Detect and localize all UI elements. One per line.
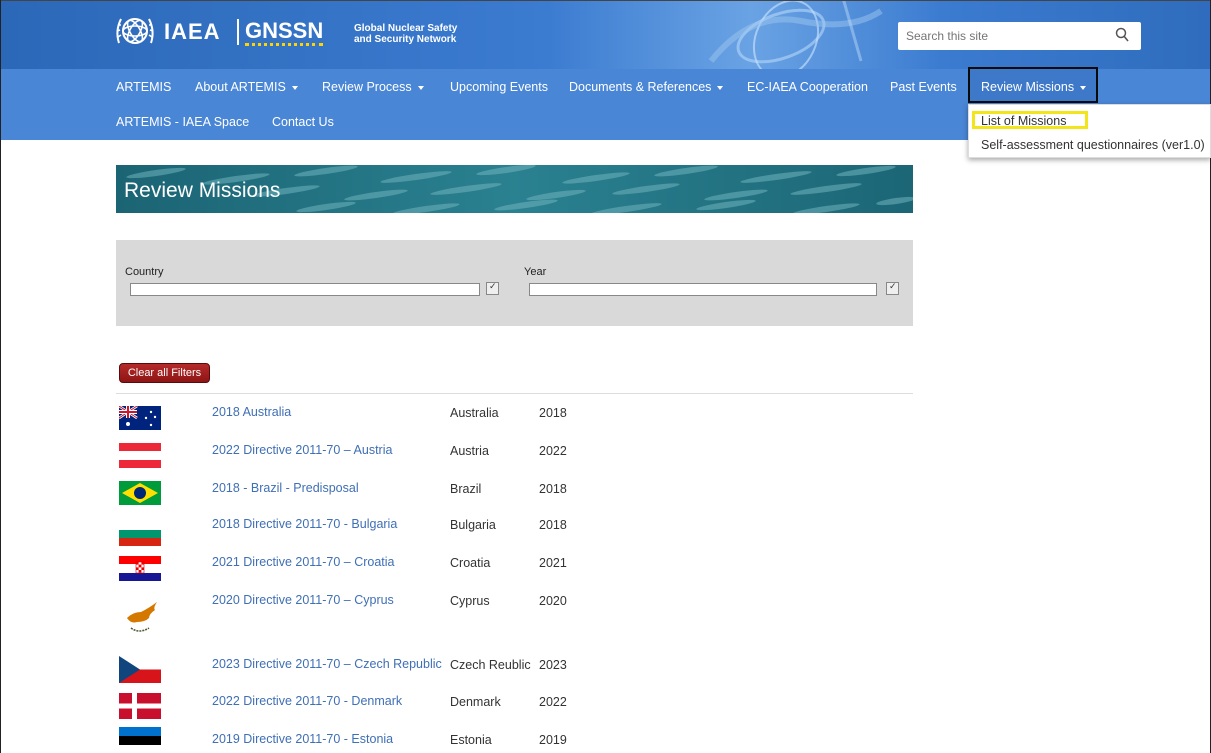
chevron-down-icon [417,85,424,90]
czech-flag-icon [119,656,161,683]
search-box [898,22,1141,50]
iaea-logo-text[interactable]: IAEA [164,19,221,45]
filter-panel: Country ✓ Year ✓ [116,240,913,326]
year-filter-input[interactable] [529,283,877,296]
cyprus-flag-icon [119,598,161,640]
mission-year: 2018 [539,518,567,532]
mission-link-brazil[interactable]: 2018 - Brazil - Predisposal [212,481,359,495]
mission-year: 2018 [539,482,567,496]
clear-all-filters-button[interactable]: Clear all Filters [119,363,210,383]
mission-country: Czech Reublic [450,658,531,672]
mission-year: 2023 [539,658,567,672]
mission-link-croatia[interactable]: 2021 Directive 2011-70 – Croatia [212,555,395,569]
logo-subtitle-line1: Global Nuclear Safety [354,23,458,34]
logo-subtitle: Global Nuclear Safety and Security Netwo… [354,23,457,45]
mission-link-estonia[interactable]: 2019 Directive 2011-70 - Estonia [212,732,393,746]
chevron-down-icon [1080,85,1087,90]
brazil-flag-icon [119,481,161,505]
year-filter-label: Year [524,266,547,278]
mission-year: 2022 [539,444,567,458]
croatia-flag-icon [119,556,161,581]
denmark-flag-icon [119,693,161,719]
chevron-down-icon [291,85,298,90]
nav-item-contact-us[interactable]: Contact Us [272,115,334,129]
menu-item-list-of-missions[interactable]: List of Missions [981,114,1066,128]
logo-subtitle-line2: and Security Network [354,34,457,45]
site-header: IAEA GNSSN Global Nuclear Safety and Sec… [1,1,1210,69]
list-divider [116,393,913,394]
nav-item-about-artemis-label: About ARTEMIS [195,80,286,94]
country-filter-label: Country [125,266,164,278]
header-decoration [708,1,883,69]
chevron-down-icon [717,85,724,90]
mission-year: 2019 [539,733,567,747]
mission-country: Cyprus [450,594,490,608]
nav-item-documents-label: Documents & References [569,80,712,94]
mission-link-bulgaria[interactable]: 2018 Directive 2011-70 - Bulgaria [212,517,397,531]
nav-item-upcoming-events[interactable]: Upcoming Events [450,80,548,94]
mission-year: 2021 [539,556,567,570]
bulgaria-flag-icon [119,522,161,546]
nav-item-about-artemis[interactable]: About ARTEMIS [195,80,298,94]
nav-item-review-missions[interactable]: Review Missions [981,80,1087,94]
mission-link-denmark[interactable]: 2022 Directive 2011-70 - Denmark [212,694,402,708]
year-filter-icon[interactable]: ✓ [886,281,899,295]
mission-country: Brazil [450,482,482,496]
menu-item-self-assessment-questionnaires[interactable]: Self-assessment questionnaires (ver1.0) [981,138,1205,152]
nav-item-review-process[interactable]: Review Process [322,80,424,94]
page-title: Review Missions [124,179,281,202]
country-filter-icon[interactable]: ✓ [486,281,499,295]
estonia-flag-icon [119,727,161,753]
search-input[interactable] [906,23,1106,49]
mission-link-australia[interactable]: 2018 Australia [212,405,291,419]
mission-year: 2018 [539,406,567,420]
mission-country: Estonia [450,733,492,747]
search-icon[interactable] [1115,27,1129,43]
nav-item-past-events[interactable]: Past Events [890,80,957,94]
nav-item-review-process-label: Review Process [322,80,412,94]
mission-link-austria[interactable]: 2022 Directive 2011-70 – Austria [212,443,392,457]
australia-flag-icon [119,406,161,430]
page-title-banner: Review Missions [116,165,913,213]
nav-item-review-missions-label: Review Missions [981,80,1075,94]
mission-country: Australia [450,406,499,420]
mission-year: 2022 [539,695,567,709]
review-missions-dropdown: List of Missions Self-assessment questio… [968,104,1211,158]
mission-country: Croatia [450,556,491,570]
mission-link-czech-republic[interactable]: 2023 Directive 2011-70 – Czech Republic [212,657,442,671]
austria-flag-icon [119,443,161,468]
iaea-emblem-icon[interactable] [113,9,157,53]
mission-country: Austria [450,444,489,458]
mission-link-cyprus[interactable]: 2020 Directive 2011-70 – Cyprus [212,593,394,607]
mission-year: 2020 [539,594,567,608]
nav-item-artemis-iaea-space[interactable]: ARTEMIS - IAEA Space [116,115,249,129]
mission-country: Bulgaria [450,518,496,532]
nav-item-artemis[interactable]: ARTEMIS [116,80,171,94]
nav-item-ec-iaea-cooperation[interactable]: EC-IAEA Cooperation [747,80,868,94]
mission-country: Denmark [450,695,501,709]
country-filter-input[interactable] [130,283,480,296]
logo-separator [237,19,239,45]
gnssn-logo-text[interactable]: GNSSN [245,19,324,46]
nav-item-documents-references[interactable]: Documents & References [569,80,724,94]
